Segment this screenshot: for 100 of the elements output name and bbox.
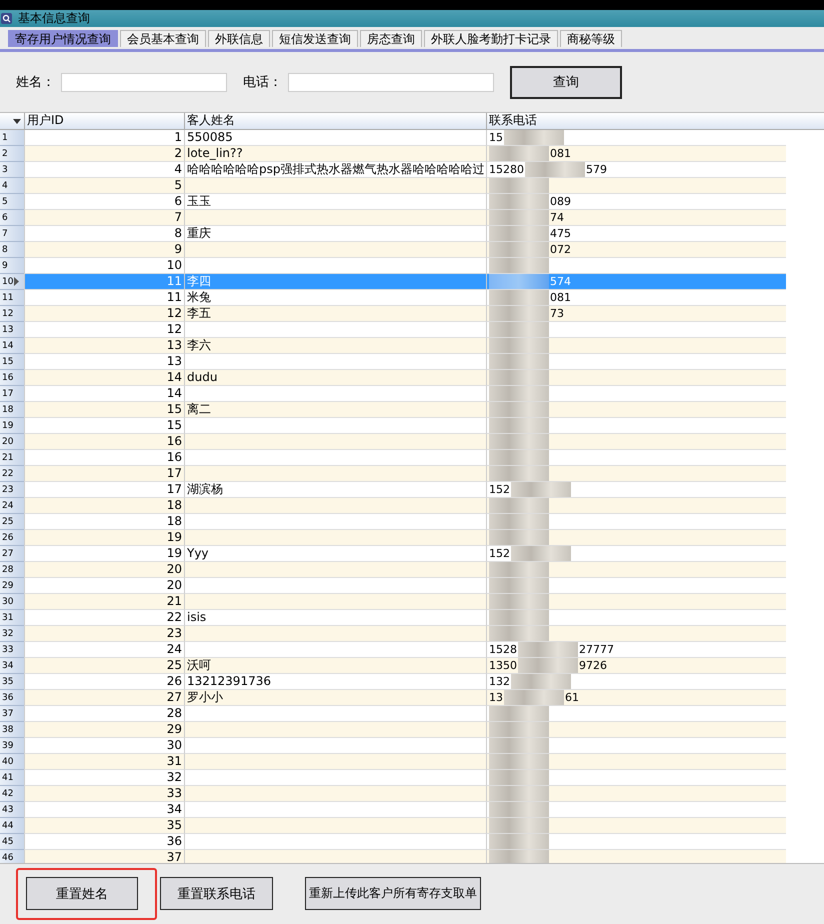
redaction-mark [511,482,571,497]
row-number[interactable]: 26 [0,530,24,546]
row-number[interactable]: 40 [0,754,24,770]
query-button[interactable]: 查询 [510,66,622,98]
tab[interactable]: 房态查询 [360,30,422,47]
row-number[interactable]: 15 [0,354,24,370]
row-number[interactable]: 25 [0,514,24,530]
table-cell-text: 550085 [187,130,233,144]
phone-text: 1528 [489,642,517,657]
redaction-mark [489,290,549,305]
table-cell-text: 玉玉 [187,194,211,208]
redaction-mark [489,386,549,401]
name-label: 姓名： [16,74,55,91]
tab[interactable]: 短信发送查询 [272,30,358,47]
redaction-mark [489,834,549,849]
row-number[interactable]: 16 [0,370,24,386]
row-number[interactable]: 12 [0,306,24,322]
action-button[interactable]: 重置姓名 [26,877,138,910]
table-cell-text: Yyy [187,546,209,560]
row-number[interactable]: 13 [0,322,24,338]
redaction-mark [489,146,549,161]
search-icon [1,13,12,24]
row-number[interactable]: 22 [0,466,24,482]
redaction-mark [489,498,549,513]
table-cell: 16 [24,434,184,450]
redaction-mark [489,706,549,721]
redaction-mark [489,258,549,273]
table-cell: 19 [24,530,184,546]
phone-text: 27777 [579,642,614,657]
redaction-mark [489,818,549,833]
action-button[interactable]: 重新上传此客户所有寄存支取单 [305,877,481,910]
table-cell-text: 沃呵 [187,658,211,672]
table-cell: 7 [24,210,184,226]
row-number[interactable]: 38 [0,722,24,738]
table-cell-text: 13212391736 [187,674,271,688]
row-number[interactable]: 5 [0,194,24,210]
tab[interactable]: 寄存用户情况查询 [8,30,118,47]
tab[interactable]: 外联信息 [208,30,270,47]
redaction-mark [489,594,549,609]
row-number[interactable]: 33 [0,642,24,658]
action-button[interactable]: 重置联系电话 [160,877,273,910]
row-number[interactable]: 3 [0,162,24,178]
row-number[interactable]: 2 [0,146,24,162]
row-number[interactable]: 14 [0,338,24,354]
row-number[interactable]: 6 [0,210,24,226]
redaction-mark [489,306,549,321]
row-number[interactable]: 29 [0,578,24,594]
column-header[interactable]: 用户ID [24,113,184,129]
name-field[interactable] [61,72,227,92]
row-number[interactable]: 44 [0,818,24,834]
row-number[interactable]: 8 [0,242,24,258]
row-number[interactable]: 17 [0,386,24,402]
row-number[interactable]: 9 [0,258,24,274]
row-number[interactable]: 37 [0,706,24,722]
row-number[interactable]: 30 [0,594,24,610]
row-number[interactable]: 10 [0,274,24,290]
redaction-mark [489,562,549,577]
table-cell-text: 李四 [187,274,211,288]
row-number[interactable]: 31 [0,610,24,626]
row-number[interactable]: 42 [0,786,24,802]
row-number[interactable]: 35 [0,674,24,690]
table-cell-text: 罗小小 [187,690,223,704]
row-number[interactable]: 23 [0,482,24,498]
row-number[interactable]: 21 [0,450,24,466]
redaction-mark [518,658,578,673]
table-cell: 13 [24,338,184,354]
tab[interactable]: 商秘等级 [560,30,622,47]
column-header[interactable]: 联系电话 [486,113,786,129]
row-number[interactable]: 7 [0,226,24,242]
row-number[interactable]: 43 [0,802,24,818]
row-number[interactable]: 27 [0,546,24,562]
phone-field[interactable] [288,72,494,92]
row-number[interactable]: 41 [0,770,24,786]
redaction-mark [489,578,549,593]
table-cell: 31 [24,754,184,770]
tab[interactable]: 会员基本查询 [120,30,206,47]
row-number[interactable]: 36 [0,690,24,706]
row-number[interactable]: 11 [0,290,24,306]
tab[interactable]: 外联人脸考勤打卡记录 [424,30,558,47]
row-number[interactable]: 24 [0,498,24,514]
row-number[interactable]: 20 [0,434,24,450]
row-number[interactable]: 34 [0,658,24,674]
table-cell-text: 哈哈哈哈哈哈psp强排式热水器燃气热水器哈哈哈哈哈过 [187,162,484,176]
row-number[interactable]: 18 [0,402,24,418]
table-cell-text: 李五 [187,306,211,320]
row-number[interactable]: 19 [0,418,24,434]
table-cell-text: 离二 [187,402,211,416]
table-cell-text: 湖滨杨 [187,482,223,496]
row-number[interactable]: 46 [0,850,24,863]
column-header[interactable]: 客人姓名 [184,113,486,129]
row-number[interactable]: 4 [0,178,24,194]
redaction-mark [489,450,549,465]
row-number[interactable]: 28 [0,562,24,578]
row-number[interactable]: 32 [0,626,24,642]
table-cell: 17 [24,466,184,482]
redaction-mark [511,546,571,561]
row-number[interactable]: 39 [0,738,24,754]
row-number[interactable]: 45 [0,834,24,850]
row-number[interactable]: 1 [0,130,24,146]
redaction-mark [489,514,549,529]
